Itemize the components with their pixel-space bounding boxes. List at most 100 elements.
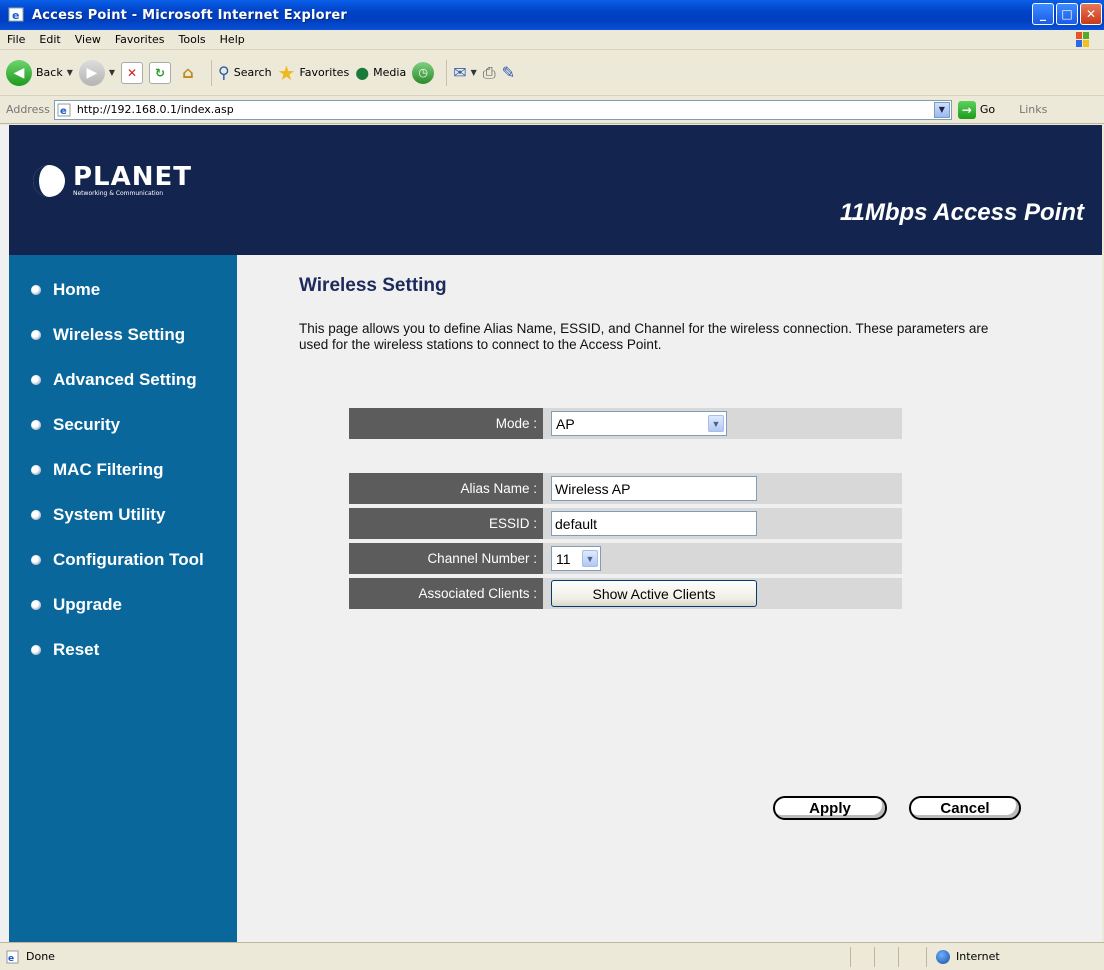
go-arrow-icon: → — [957, 100, 976, 119]
bullet-icon — [31, 374, 41, 385]
favorites-label: Favorites — [299, 66, 350, 79]
favorites-button[interactable]: ★ Favorites — [278, 61, 350, 85]
media-button[interactable]: ● Media — [355, 63, 406, 82]
menu-favorites[interactable]: Favorites — [108, 33, 172, 46]
chevron-down-icon: ▼ — [708, 415, 724, 432]
forward-dropdown-icon[interactable]: ▼ — [109, 68, 115, 77]
search-button[interactable]: ⚲ Search — [218, 63, 272, 82]
go-label: Go — [979, 103, 996, 116]
minimize-button[interactable]: _ — [1032, 3, 1054, 25]
mode-label: Mode : — [349, 408, 543, 439]
sidebar-item-label: Security — [53, 414, 121, 434]
page-description: This page allows you to define Alias Nam… — [299, 321, 989, 352]
security-zone: Internet — [956, 950, 1000, 963]
menu-help[interactable]: Help — [213, 33, 252, 46]
ie-page-icon: e — [6, 950, 19, 964]
sidebar-item-advanced-setting[interactable]: Advanced Setting — [9, 357, 237, 402]
bullet-icon — [31, 329, 41, 340]
print-icon[interactable]: ⎙ — [483, 63, 496, 83]
sidebar-item-label: Configuration Tool — [53, 549, 204, 569]
back-arrow-icon: ◀ — [6, 59, 32, 86]
menu-edit[interactable]: Edit — [32, 33, 67, 46]
mail-button[interactable]: ✉ ▼ — [453, 63, 477, 82]
ie-page-icon: e — [57, 103, 71, 117]
alias-row: Alias Name : Wireless AP — [349, 473, 902, 504]
sidebar-item-label: Advanced Setting — [53, 369, 197, 389]
mode-value: AP — [556, 415, 575, 432]
sidebar-item-label: Reset — [53, 639, 100, 659]
forward-arrow-icon: ▶ — [78, 59, 105, 86]
product-name: 11Mbps Access Point — [839, 199, 1084, 226]
menu-view[interactable]: View — [68, 33, 108, 46]
sidebar-nav: Home Wireless Setting Advanced Setting S… — [9, 255, 237, 942]
alias-label: Alias Name : — [349, 473, 543, 504]
svg-text:e: e — [60, 106, 67, 117]
close-button[interactable]: ✕ — [1080, 3, 1102, 25]
menu-bar: File Edit View Favorites Tools Help — [0, 30, 1104, 50]
windows-logo-icon — [1076, 32, 1089, 47]
alias-name-field[interactable]: Wireless AP — [551, 476, 757, 501]
mail-icon: ✉ — [453, 63, 467, 82]
sidebar-item-security[interactable]: Security — [9, 402, 237, 447]
sidebar-item-label: Wireless Setting — [53, 324, 186, 344]
bullet-icon — [31, 644, 41, 655]
edit-icon[interactable]: ✎ — [502, 63, 515, 82]
menu-tools[interactable]: Tools — [172, 33, 213, 46]
cancel-button[interactable]: Cancel — [909, 796, 1021, 820]
address-url: http://192.168.0.1/index.asp — [76, 103, 234, 116]
address-input[interactable]: e http://192.168.0.1/index.asp ▼ — [53, 99, 952, 120]
home-icon[interactable]: ⌂ — [177, 62, 199, 84]
search-label: Search — [233, 66, 272, 79]
planet-logo: PLANET Networking & Communication — [31, 163, 192, 199]
sidebar-item-configuration-tool[interactable]: Configuration Tool — [9, 537, 237, 582]
window-title: Access Point - Microsoft Internet Explor… — [32, 7, 347, 23]
channel-value: 11 — [556, 550, 571, 567]
bullet-icon — [31, 419, 41, 430]
stop-icon[interactable]: ✕ — [121, 61, 144, 84]
clients-label: Associated Clients : — [349, 578, 543, 609]
channel-label: Channel Number : — [349, 543, 543, 574]
bullet-icon — [31, 464, 41, 475]
menu-file[interactable]: File — [0, 33, 32, 46]
planet-logo-icon — [33, 165, 65, 197]
channel-select[interactable]: 11 ▼ — [551, 546, 601, 571]
mode-select[interactable]: AP ▼ — [551, 411, 727, 436]
globe-icon — [936, 949, 950, 964]
address-dropdown-icon[interactable]: ▼ — [933, 101, 950, 118]
show-active-clients-button[interactable]: Show Active Clients — [551, 580, 757, 607]
links-button[interactable]: Links — [1019, 103, 1047, 116]
go-button[interactable]: → Go — [957, 100, 996, 119]
sidebar-item-label: Upgrade — [53, 594, 122, 614]
essid-label: ESSID : — [349, 508, 543, 539]
sidebar-item-reset[interactable]: Reset — [9, 627, 237, 672]
apply-button[interactable]: Apply — [773, 796, 887, 820]
maximize-button[interactable]: □ — [1056, 3, 1078, 25]
bullet-icon — [31, 284, 41, 295]
back-button[interactable]: ◀ Back ▼ — [6, 59, 73, 86]
essid-field[interactable]: default — [551, 511, 757, 536]
status-text: Done — [26, 950, 55, 963]
clients-row: Associated Clients : Show Active Clients — [349, 578, 902, 609]
sidebar-item-system-utility[interactable]: System Utility — [9, 492, 237, 537]
bullet-icon — [31, 509, 41, 520]
brand-name: PLANET — [73, 162, 193, 192]
sidebar-item-mac-filtering[interactable]: MAC Filtering — [9, 447, 237, 492]
window-title-bar: e Access Point - Microsoft Internet Expl… — [0, 0, 1104, 30]
star-icon: ★ — [277, 60, 296, 85]
bullet-icon — [31, 554, 41, 565]
sidebar-item-label: System Utility — [53, 504, 166, 524]
back-dropdown-icon[interactable]: ▼ — [67, 68, 73, 77]
sidebar-item-upgrade[interactable]: Upgrade — [9, 582, 237, 627]
mail-dropdown-icon[interactable]: ▼ — [471, 68, 477, 77]
sidebar-item-home[interactable]: Home — [9, 267, 237, 312]
sidebar-item-wireless-setting[interactable]: Wireless Setting — [9, 312, 237, 357]
media-label: Media — [373, 66, 407, 79]
web-page: PLANET Networking & Communication 11Mbps… — [0, 125, 1104, 942]
svg-text:e: e — [12, 9, 19, 22]
forward-button[interactable]: ▶ ▼ — [78, 59, 115, 86]
bullet-icon — [31, 599, 41, 610]
mode-row: Mode : AP ▼ — [349, 408, 902, 439]
search-icon: ⚲ — [218, 63, 230, 82]
refresh-icon[interactable]: ↻ — [149, 61, 172, 84]
history-icon[interactable]: ◷ — [412, 61, 435, 84]
